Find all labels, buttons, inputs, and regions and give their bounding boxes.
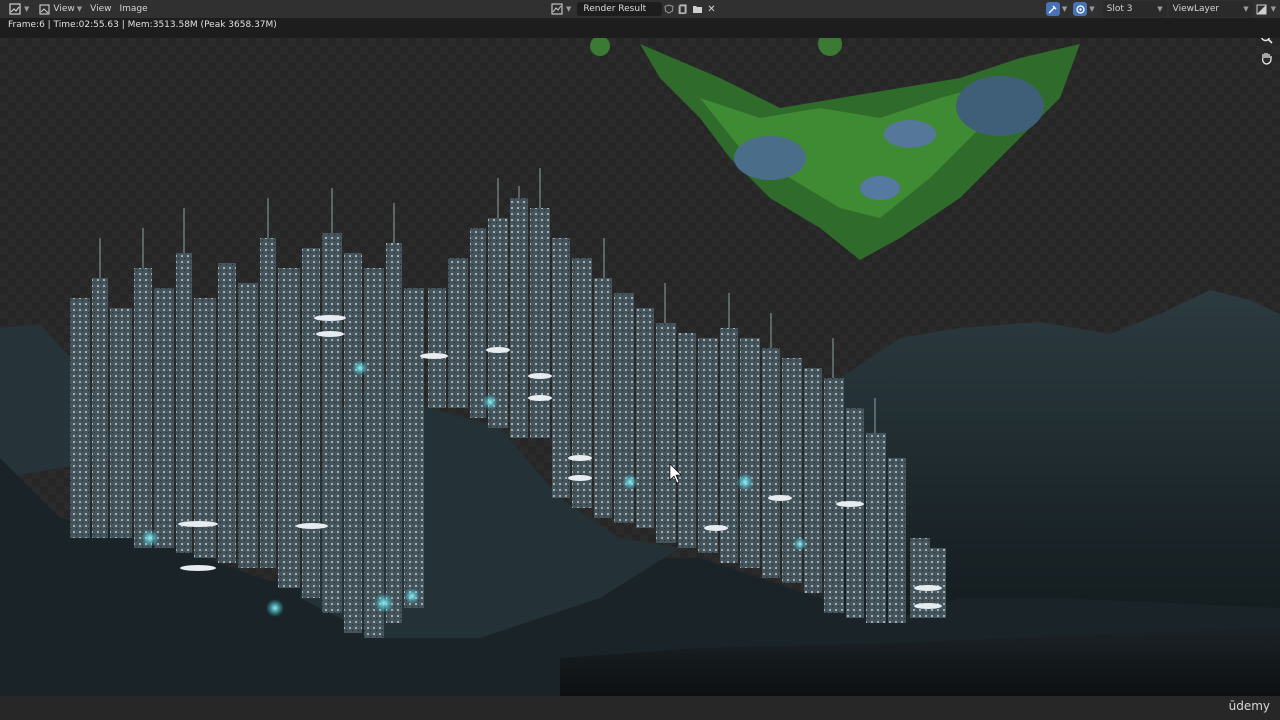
chevron-down-icon: ▼ (76, 5, 83, 13)
slot-dropdown[interactable]: Slot 3 ▼ (1102, 1, 1167, 17)
chevron-down-icon[interactable]: ▼ (1089, 5, 1094, 13)
view-mode-icon (37, 2, 51, 16)
view-mode-label: View (53, 4, 75, 14)
image-editor-header: ▼ View ▼ View Image ▼ Render Result ✕ ▼ … (0, 0, 1280, 18)
overlay-gizmo-icon[interactable] (1073, 2, 1088, 16)
slot-label: Slot 3 (1106, 4, 1133, 14)
image-editor-icon (8, 2, 22, 16)
pan-hand-icon[interactable] (1258, 50, 1274, 66)
menu-image[interactable]: Image (116, 1, 152, 17)
chevron-down-icon: ▼ (1243, 5, 1249, 13)
view-mode-dropdown[interactable]: View ▼ (33, 1, 86, 17)
editor-type-selector[interactable]: ▼ (4, 1, 33, 17)
zoom-icon[interactable] (1258, 38, 1274, 45)
chevron-down-icon[interactable]: ▼ (1062, 5, 1067, 13)
sample-tool-icon[interactable] (1045, 2, 1060, 16)
render-image (0, 38, 1280, 696)
render-status-text: Frame:6 | Time:02:55.63 | Mem:3513.58M (… (8, 20, 277, 30)
display-channels-icon[interactable] (1255, 2, 1269, 16)
view-layer-label: ViewLayer (1172, 4, 1220, 14)
image-browse-group: ▼ Render Result ✕ (548, 1, 718, 17)
render-result-viewport[interactable] (0, 38, 1280, 696)
chevron-down-icon: ▼ (566, 5, 572, 13)
chevron-down-icon: ▼ (1157, 5, 1163, 13)
udemy-watermark: ūdemy (1228, 699, 1270, 713)
fake-user-icon[interactable] (662, 2, 676, 16)
image-name-field[interactable]: Render Result (577, 2, 663, 16)
open-image-folder-icon[interactable] (690, 2, 704, 16)
status-bar: ūdemy (0, 696, 1280, 720)
view-layer-dropdown[interactable]: ViewLayer ▼ (1168, 1, 1253, 17)
chevron-down-icon[interactable]: ▼ (1271, 5, 1276, 13)
chevron-down-icon: ▼ (24, 5, 30, 13)
new-image-icon[interactable] (676, 2, 690, 16)
floating-island (590, 38, 1080, 260)
browse-image-icon (550, 2, 564, 16)
browse-image-button[interactable]: ▼ (548, 1, 573, 17)
header-right-group: ▼ ▼ Slot 3 ▼ ViewLayer ▼ ▼ (1045, 1, 1276, 17)
close-icon[interactable]: ✕ (704, 2, 718, 16)
menu-view[interactable]: View (86, 1, 115, 17)
